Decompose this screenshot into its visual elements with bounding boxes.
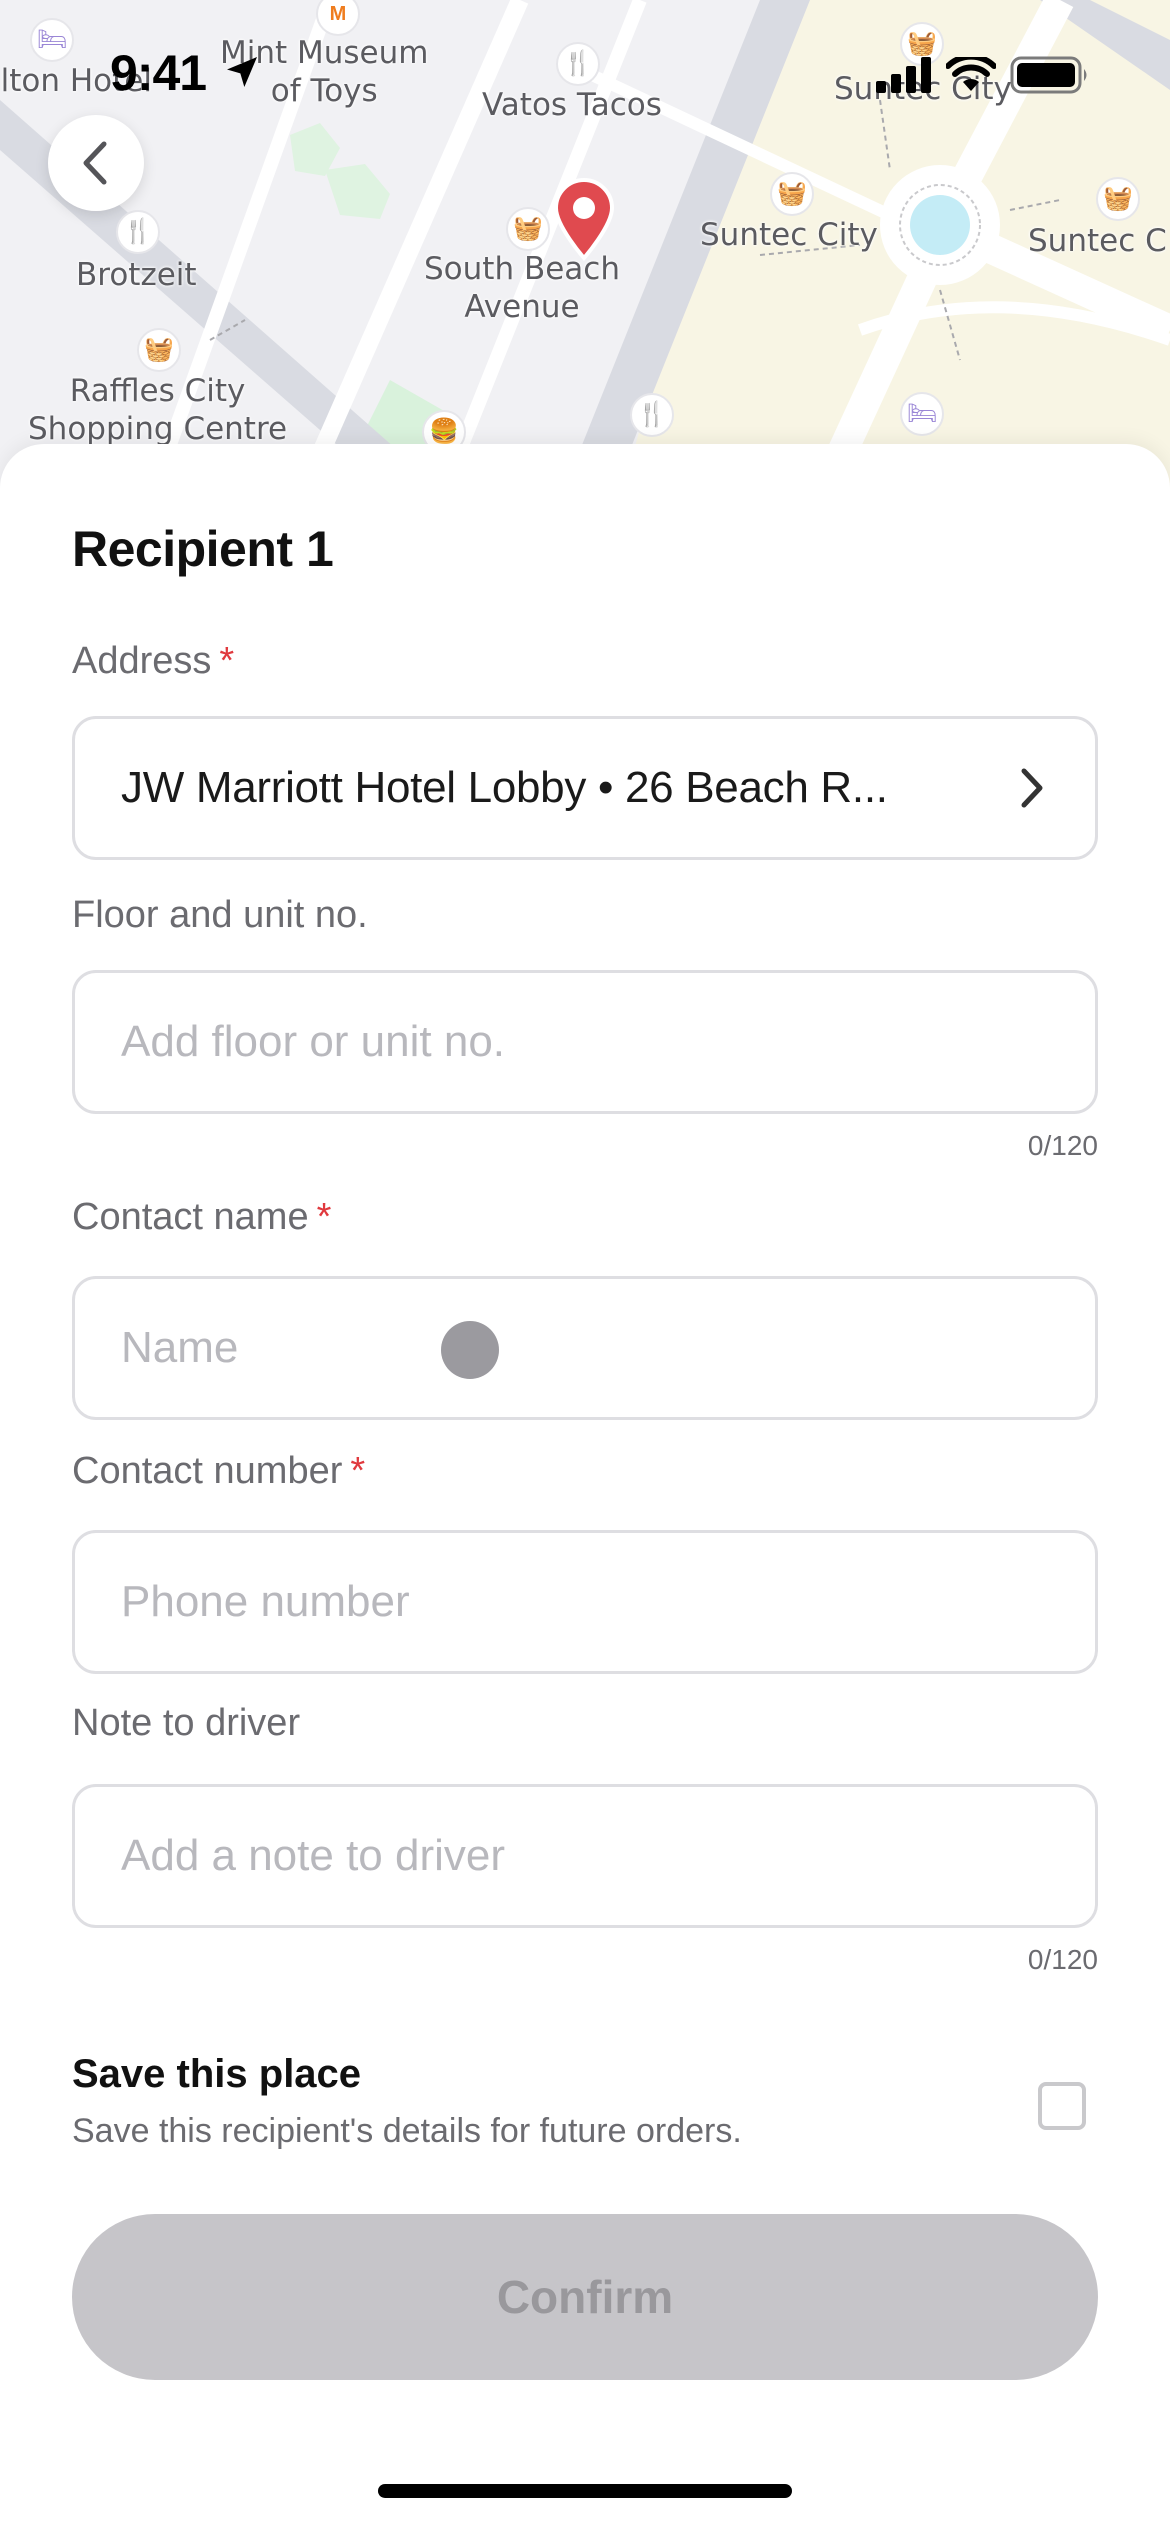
- contact-name-label: Contact name *: [72, 1196, 331, 1239]
- restaurant-icon[interactable]: 🍴: [556, 42, 600, 86]
- contact-number-label: Contact number *: [72, 1450, 365, 1493]
- shopping-basket-icon[interactable]: 🧺: [770, 172, 814, 216]
- wifi-icon: [946, 57, 996, 91]
- map-label-suntec-mid: Suntec City: [700, 217, 878, 253]
- address-label-text: Address: [72, 640, 212, 682]
- status-indicators: [876, 56, 1090, 94]
- location-arrow-icon: [222, 52, 262, 97]
- touch-indicator: [441, 1321, 499, 1379]
- map-label-brotzeit: Brotzeit: [76, 257, 197, 293]
- floor-unit-input[interactable]: Add floor or unit no.: [72, 970, 1098, 1114]
- floor-char-counter: 0/120: [1027, 1130, 1098, 1161]
- required-mark: *: [316, 1196, 332, 1238]
- restaurant-icon[interactable]: 🍴: [630, 393, 674, 437]
- map-label-suntec-right: Suntec C: [1028, 223, 1167, 259]
- hotel-icon[interactable]: 🛏: [900, 392, 944, 436]
- recipient-form-sheet: Recipient 1 Address * JW Marriott Hotel L…: [0, 444, 1170, 2532]
- status-time: 9:41: [110, 45, 207, 101]
- contact-name-label-text: Contact name: [72, 1196, 309, 1238]
- save-place-title: Save this place: [72, 2052, 362, 2096]
- restaurant-icon[interactable]: 🍴: [116, 210, 160, 254]
- contact-number-label-text: Contact number: [72, 1450, 343, 1492]
- save-place-description: Save this recipient's details for future…: [72, 2112, 742, 2150]
- map-label-raffles-city: Raffles City Shopping Centre: [28, 373, 288, 447]
- back-button[interactable]: [48, 115, 144, 211]
- chevron-left-icon: [83, 141, 107, 185]
- note-placeholder: Add a note to driver: [121, 1831, 506, 1880]
- contact-name-placeholder: Name: [121, 1323, 239, 1372]
- hotel-icon[interactable]: 🛏: [30, 18, 74, 62]
- note-label: Note to driver: [72, 1702, 301, 1744]
- contact-number-input[interactable]: Phone number: [72, 1530, 1098, 1674]
- note-to-driver-input[interactable]: Add a note to driver: [72, 1784, 1098, 1928]
- location-pin-icon: [552, 178, 616, 267]
- battery-icon: [1010, 56, 1087, 94]
- shopping-basket-icon[interactable]: 🧺: [137, 328, 181, 372]
- chevron-right-icon: [1021, 768, 1043, 808]
- floor-unit-placeholder: Add floor or unit no.: [121, 1017, 506, 1066]
- address-field[interactable]: JW Marriott Hotel Lobby • 26 Beach R...: [72, 716, 1098, 860]
- note-char-counter: 0/120: [1027, 1944, 1098, 1975]
- map-label-vatos-tacos: Vatos Tacos: [482, 87, 662, 123]
- address-value: JW Marriott Hotel Lobby • 26 Beach R...: [121, 763, 888, 812]
- floor-label: Floor and unit no.: [72, 894, 368, 936]
- contact-name-input[interactable]: Name: [72, 1276, 1098, 1420]
- cellular-signal-icon: [876, 57, 931, 93]
- save-place-checkbox[interactable]: [1038, 2082, 1086, 2130]
- home-indicator: [378, 2484, 792, 2498]
- required-mark: *: [350, 1450, 366, 1492]
- required-mark: *: [219, 640, 235, 682]
- shopping-basket-icon[interactable]: 🧺: [506, 207, 550, 251]
- address-label: Address *: [72, 640, 234, 683]
- contact-number-placeholder: Phone number: [121, 1577, 410, 1626]
- map-view[interactable]: 🛏 M 🍴 🧺 🍴 🧺 🧺 🧺 🧺 🍴 🍔 🛏 ilton Hotel Mint…: [0, 0, 1170, 500]
- page-title: Recipient 1: [72, 521, 334, 577]
- confirm-button[interactable]: Confirm: [72, 2214, 1098, 2380]
- shopping-basket-icon[interactable]: 🧺: [1096, 177, 1140, 221]
